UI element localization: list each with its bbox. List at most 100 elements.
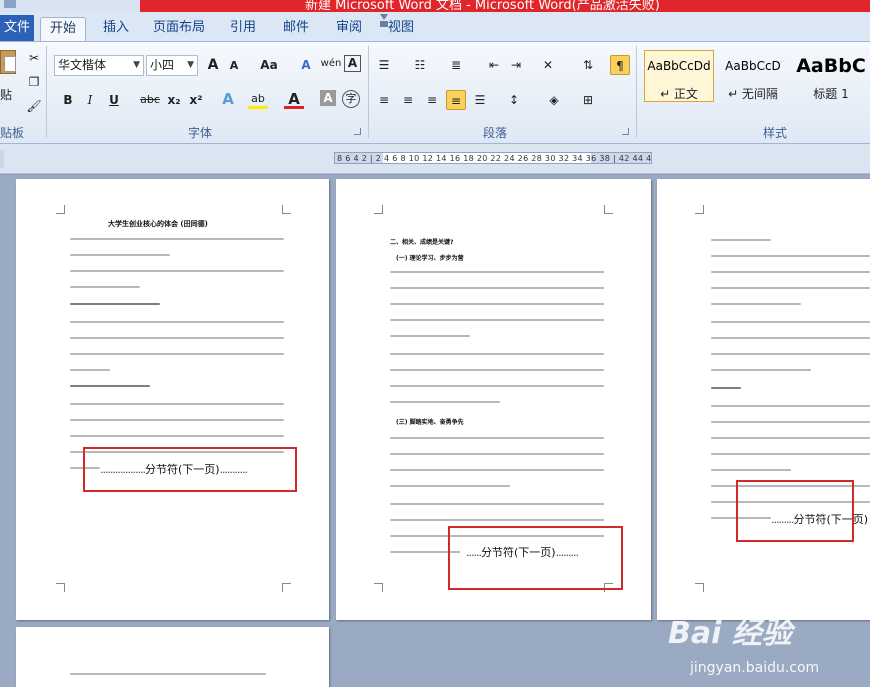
margin-corner — [374, 205, 383, 214]
style-name: ↵ 正文 — [660, 87, 698, 101]
superscript-button[interactable]: x² — [186, 90, 206, 110]
horizontal-ruler[interactable]: 8 6 4 2 | 2 4 6 8 10 12 14 16 18 20 22 2… — [334, 152, 652, 164]
align-left-icon[interactable]: ≡ — [374, 90, 394, 110]
text-line — [390, 485, 510, 487]
increase-indent-icon[interactable]: ⇥ — [506, 55, 526, 75]
grow-font-button[interactable]: A — [203, 55, 223, 75]
style-sample: AaBbC — [796, 55, 866, 77]
align-center-icon[interactable]: ≡ — [398, 90, 418, 110]
line-spacing-icon[interactable]: ↕ — [504, 90, 524, 110]
strikethrough-button[interactable]: abc — [138, 90, 162, 110]
character-shading-button[interactable]: A — [320, 90, 336, 106]
text-line — [70, 369, 110, 371]
style-sample: AaBbCcD — [725, 59, 781, 73]
show-marks-icon[interactable]: ¶ — [610, 55, 630, 75]
ribbon-tab-row: 文件 开始 插入 页面布局 引用 邮件 审阅 视图 — [0, 12, 870, 42]
highlight-box — [83, 447, 297, 492]
sub-heading: (三) 脚踏实地、奋勇争先 — [396, 419, 464, 426]
tab-page-layout[interactable]: 页面布局 — [148, 17, 210, 41]
text-line — [70, 337, 284, 339]
margin-corner — [56, 205, 65, 214]
left-indent-marker[interactable] — [380, 21, 388, 27]
distributed-icon[interactable]: ☰ — [470, 90, 490, 110]
text-line — [390, 335, 470, 337]
vertical-ruler-stub — [0, 150, 4, 168]
chevron-down-icon: ▼ — [187, 60, 194, 70]
italic-button[interactable]: I — [80, 90, 100, 110]
justify-icon[interactable]: ≡ — [446, 90, 466, 110]
text-line — [390, 271, 604, 273]
text-line — [390, 385, 604, 387]
quick-access-toolbar[interactable] — [4, 0, 16, 8]
text-line — [70, 270, 284, 272]
shading-icon[interactable]: ◈ — [544, 90, 564, 110]
style-heading-1[interactable]: AaBbC 标题 1 — [792, 50, 870, 102]
page-4[interactable] — [16, 627, 329, 687]
page-1[interactable]: 大学生创业核心的体会 (田同德) ..................分节符(下… — [16, 179, 329, 620]
ribbon: 贴 ✂ ❐ 🖌 贴板 华文楷体 ▼ 小四 ▼ A A Aa A wén A B I … — [0, 42, 870, 144]
subscript-button[interactable]: x₂ — [164, 90, 184, 110]
ruler-bar: 8 6 4 2 | 2 4 6 8 10 12 14 16 18 20 22 2… — [0, 144, 870, 174]
text-line — [711, 287, 870, 289]
style-no-spacing[interactable]: AaBbCcD ↵ 无间隔 — [718, 50, 788, 102]
text-line — [390, 319, 604, 321]
copy-icon[interactable]: ❐ — [24, 72, 44, 92]
paragraph-group-label: 段落 — [482, 126, 507, 140]
text-line — [711, 303, 801, 305]
margin-corner — [695, 583, 704, 592]
underline-button[interactable]: U — [104, 90, 124, 110]
margin-corner — [56, 583, 65, 592]
window-title: 新建 Microsoft Word 文档 - Microsoft Word(产品… — [305, 0, 660, 12]
margin-corner — [695, 205, 704, 214]
ruler-scale: 8 6 4 2 | 2 4 6 8 10 12 14 16 18 20 22 2… — [337, 154, 652, 163]
align-right-icon[interactable]: ≡ — [422, 90, 442, 110]
numbering-icon[interactable]: ☷ — [410, 55, 430, 75]
borders-icon[interactable]: ⊞ — [578, 90, 598, 110]
phonetic-guide-button[interactable]: wén — [320, 54, 342, 74]
style-normal[interactable]: AaBbCcDd ↵ 正文 — [644, 50, 714, 102]
tab-references[interactable]: 引用 — [222, 17, 264, 41]
asian-layout-icon[interactable]: ✕ — [538, 55, 558, 75]
enclose-characters-button[interactable]: 字 — [342, 90, 360, 108]
decrease-indent-icon[interactable]: ⇤ — [484, 55, 504, 75]
highlight-box — [448, 526, 623, 590]
text-line — [70, 286, 140, 288]
cut-icon[interactable]: ✂ — [24, 48, 44, 68]
font-name-select[interactable]: 华文楷体 ▼ — [54, 55, 144, 76]
tab-home[interactable]: 开始 — [40, 17, 86, 41]
bold-button[interactable]: B — [58, 90, 78, 110]
font-size-select[interactable]: 小四 ▼ — [146, 55, 198, 76]
text-line — [711, 255, 870, 257]
text-line — [390, 469, 604, 471]
margin-corner — [604, 205, 613, 214]
highlight-box — [736, 480, 854, 542]
text-line — [711, 337, 870, 339]
tab-file[interactable]: 文件 — [0, 15, 34, 41]
format-painter-icon[interactable]: 🖌 — [24, 96, 44, 116]
first-line-indent-marker[interactable] — [380, 14, 388, 20]
style-name: 标题 1 — [813, 87, 849, 101]
text-line — [390, 303, 604, 305]
sort-icon[interactable]: ⇅ — [578, 55, 598, 75]
shrink-font-button[interactable]: A — [224, 56, 244, 76]
text-line — [390, 503, 604, 505]
change-case-button[interactable]: Aa — [256, 55, 282, 75]
character-border-button[interactable]: A — [344, 55, 361, 72]
bullets-icon[interactable]: ☰ — [374, 55, 394, 75]
font-dialog-launcher-icon[interactable] — [354, 128, 361, 135]
text-effects-button[interactable]: A — [218, 89, 238, 109]
tab-insert[interactable]: 插入 — [95, 17, 137, 41]
page-3[interactable]: .........分节符(下一页) — [657, 179, 870, 620]
sub-heading: (一) 理论学习、步步为营 — [396, 255, 464, 262]
group-separator — [368, 46, 369, 138]
tab-review[interactable]: 审阅 — [328, 17, 370, 41]
multilevel-list-icon[interactable]: ≣ — [446, 55, 466, 75]
clear-format-button[interactable]: A — [296, 55, 316, 75]
margin-corner — [374, 583, 383, 592]
text-line — [711, 405, 870, 407]
paragraph-dialog-launcher-icon[interactable] — [622, 128, 629, 135]
highlight-button[interactable]: ab — [248, 89, 268, 109]
tab-mailings[interactable]: 邮件 — [275, 17, 317, 41]
paste-button[interactable] — [0, 46, 20, 86]
font-color-button[interactable]: A — [284, 89, 304, 109]
